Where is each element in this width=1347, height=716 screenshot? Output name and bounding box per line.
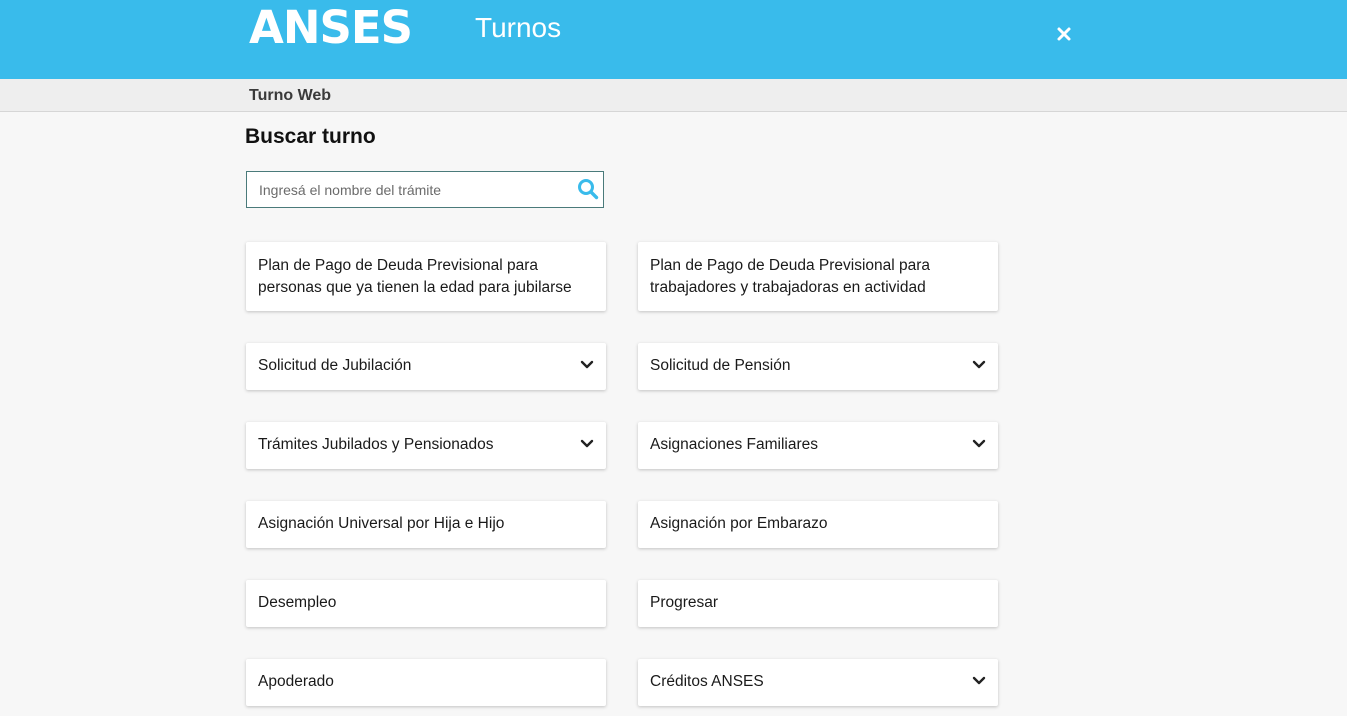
tramite-card-creditos-anses[interactable]: Créditos ANSES: [638, 659, 998, 706]
tramite-card-solicitud-pension[interactable]: Solicitud de Pensión: [638, 343, 998, 390]
tramite-card-jubilados-pensionados[interactable]: Trámites Jubilados y Pensionados: [246, 422, 606, 469]
card-label: Desempleo: [258, 594, 337, 611]
chevron-down-icon[interactable]: [580, 360, 594, 370]
card-label: Trámites Jubilados y Pensionados: [258, 436, 494, 453]
card-label: Solicitud de Pensión: [650, 357, 791, 374]
chevron-down-icon[interactable]: [580, 439, 594, 449]
top-header: ANSES Turnos: [0, 0, 1347, 79]
search-button[interactable]: [577, 178, 599, 200]
tramite-card-asignaciones-familiares[interactable]: Asignaciones Familiares: [638, 422, 998, 469]
search-input[interactable]: [259, 172, 569, 207]
tramite-card-solicitud-jubilacion[interactable]: Solicitud de Jubilación: [246, 343, 606, 390]
chevron-down-icon[interactable]: [972, 676, 986, 686]
search-icon: [578, 179, 599, 200]
tramite-card-apoderado[interactable]: Apoderado: [246, 659, 606, 706]
tramite-card-plan-pago-actividad[interactable]: Plan de Pago de Deuda Previsional para t…: [638, 242, 998, 311]
card-label: Apoderado: [258, 673, 334, 690]
card-label: Asignación Universal por Hija e Hijo: [258, 515, 505, 532]
tramite-card-plan-pago-jubilarse[interactable]: Plan de Pago de Deuda Previsional para p…: [246, 242, 606, 311]
anses-logo[interactable]: ANSES: [249, 2, 413, 54]
tramite-card-auh[interactable]: Asignación Universal por Hija e Hijo: [246, 501, 606, 548]
card-label: Solicitud de Jubilación: [258, 357, 412, 374]
card-label: Asignación por Embarazo: [650, 515, 828, 532]
app-title: Turnos: [475, 12, 562, 43]
card-label: Créditos ANSES: [650, 673, 764, 690]
chevron-down-icon[interactable]: [972, 439, 986, 449]
tramite-card-desempleo[interactable]: Desempleo: [246, 580, 606, 627]
page-title: Buscar turno: [245, 125, 376, 148]
tramite-card-asignacion-embarazo[interactable]: Asignación por Embarazo: [638, 501, 998, 548]
breadcrumb-turno-web[interactable]: Turno Web: [249, 87, 331, 105]
card-label: Progresar: [650, 594, 719, 611]
tramite-card-progresar[interactable]: Progresar: [638, 580, 998, 627]
card-label: Plan de Pago de Deuda Previsional para t…: [650, 257, 931, 296]
close-button[interactable]: [1051, 21, 1077, 47]
breadcrumb-bar: Turno Web: [0, 79, 1347, 112]
card-label: Plan de Pago de Deuda Previsional para p…: [258, 257, 572, 296]
close-icon: [1057, 27, 1071, 41]
chevron-down-icon[interactable]: [972, 360, 986, 370]
card-label: Asignaciones Familiares: [650, 436, 818, 453]
search-box: [246, 171, 604, 208]
